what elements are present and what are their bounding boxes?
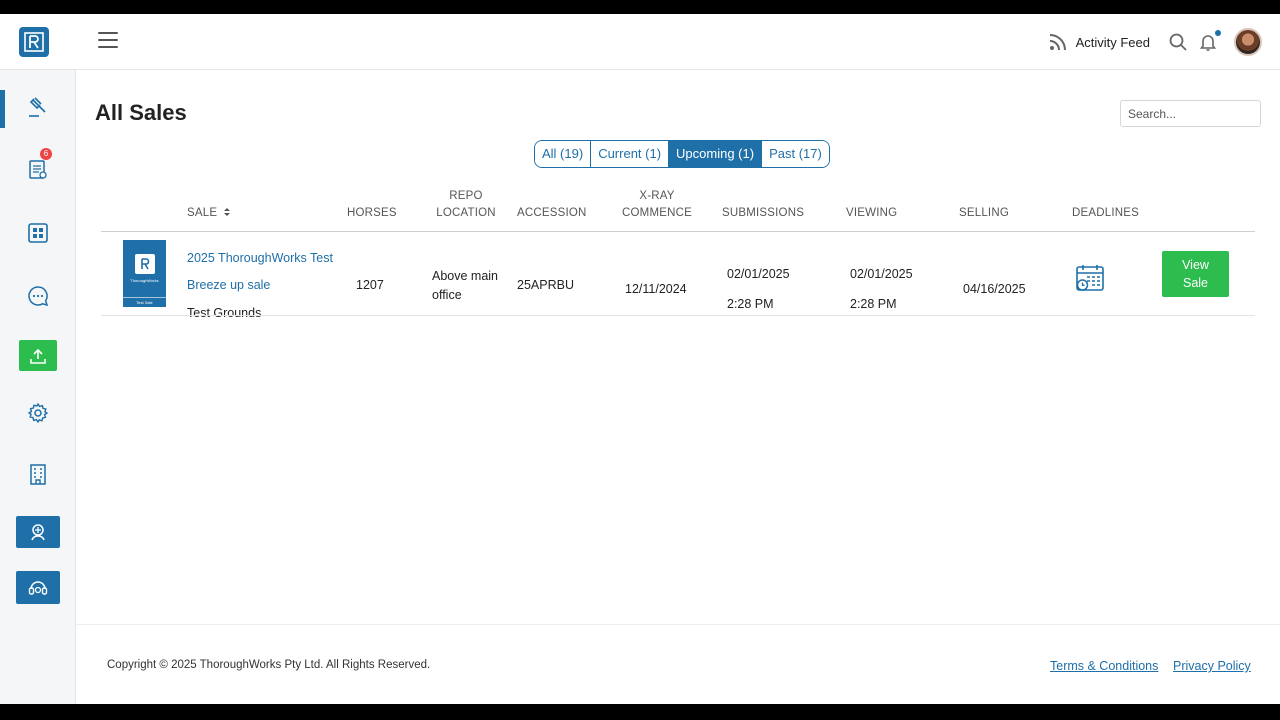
footer-copyright: Copyright © 2025 ThoroughWorks Pty Ltd. … <box>107 659 431 671</box>
column-header-repo-location: REPO LOCATION <box>431 188 501 222</box>
sidebar-item-upload[interactable] <box>19 340 57 371</box>
app-logo[interactable] <box>19 27 49 57</box>
terms-link[interactable]: Terms & Conditions <box>1050 659 1158 673</box>
dashboard-grid-icon <box>28 223 48 243</box>
activity-feed-link[interactable]: Activity Feed <box>1076 35 1150 50</box>
repo-location-line1: Above main <box>432 269 499 283</box>
column-header-sale-label: SALE <box>187 207 218 219</box>
table-row-divider <box>101 315 1255 316</box>
calendar-clock-icon[interactable] <box>1074 263 1105 294</box>
sidebar-item-support[interactable] <box>16 571 60 604</box>
chat-bubble-icon <box>28 286 49 307</box>
upload-icon <box>30 348 46 364</box>
app-window: Activity Feed 6 All Sales Search... All … <box>0 14 1280 704</box>
column-header-deadlines: DEADLINES <box>1072 207 1139 219</box>
column-header-viewing: VIEWING <box>846 207 898 219</box>
sidebar-item-settings[interactable] <box>18 396 58 430</box>
sale-filter-tabs: All (19) Current (1) Upcoming (1) Past (… <box>534 140 830 168</box>
building-icon <box>30 464 46 485</box>
main-content: All Sales All (19) Current (1) Upcoming … <box>76 70 1280 704</box>
table-header-divider <box>101 231 1255 232</box>
column-header-selling: SELLING <box>959 207 1009 219</box>
tab-past[interactable]: Past (17) <box>762 141 829 167</box>
sale-name-link[interactable]: 2025 ThoroughWorks Test <box>187 249 333 268</box>
view-sale-button-line2: Sale <box>1182 276 1209 290</box>
sale-thumbnail-logo-icon <box>134 254 155 274</box>
sidebar-item-organisation[interactable] <box>18 457 58 491</box>
column-header-xray-line1: X-RAY <box>639 190 675 202</box>
sale-thumbnail-caption: Test Sale <box>136 300 153 305</box>
logo-icon <box>24 32 44 52</box>
column-header-repo-line1: REPO <box>449 190 483 202</box>
column-header-repo-line2: LOCATION <box>436 207 496 219</box>
sidebar-item-sales[interactable] <box>18 90 58 124</box>
footer-divider <box>76 624 1280 625</box>
sidebar-item-messages[interactable] <box>18 279 58 313</box>
user-avatar[interactable] <box>1234 28 1262 56</box>
sale-thumbnail-brand: ThoroughWorks <box>130 278 159 283</box>
notification-dot <box>1215 30 1221 36</box>
sidebar-item-entries[interactable]: 6 <box>18 148 58 186</box>
sale-thumbnail[interactable]: ThoroughWorks Test Sale <box>123 240 166 307</box>
accession-code: 25APRBU <box>517 278 574 292</box>
viewing-time: 2:28 PM <box>850 297 897 311</box>
rss-feed-icon[interactable] <box>1048 32 1068 52</box>
repo-location: Above main office <box>432 267 498 305</box>
column-header-accession: ACCESSION <box>517 207 587 219</box>
sale-venue: Test Grounds <box>187 306 262 320</box>
column-header-submissions: SUBMISSIONS <box>722 207 805 219</box>
entries-badge: 6 <box>40 148 52 160</box>
page-title: All Sales <box>95 100 187 125</box>
header-actions: Activity Feed <box>1048 26 1262 58</box>
top-header: Activity Feed <box>0 14 1280 70</box>
sidebar-item-vet[interactable] <box>16 516 60 548</box>
horses-count: 1207 <box>356 278 384 292</box>
headset-support-icon <box>28 580 48 595</box>
xray-commence-date: 12/11/2024 <box>625 282 687 296</box>
sale-name-link-line2[interactable]: Breeze up sale <box>187 276 270 295</box>
tab-current[interactable]: Current (1) <box>591 141 670 167</box>
selling-date: 04/16/2025 <box>963 282 1026 296</box>
repo-location-line2: office <box>432 288 462 302</box>
clipboard-list-icon <box>29 160 47 179</box>
notifications-button[interactable] <box>1198 30 1221 52</box>
hamburger-menu-icon[interactable] <box>98 32 118 50</box>
column-header-xray-line2: COMMENCE <box>622 207 692 219</box>
privacy-link[interactable]: Privacy Policy <box>1173 659 1251 673</box>
sort-icon <box>223 208 230 216</box>
sidebar: 6 <box>0 70 76 704</box>
sidebar-item-dashboard[interactable] <box>18 216 58 250</box>
search-input[interactable] <box>1120 100 1261 127</box>
vet-badge-icon <box>31 524 45 541</box>
search-icon[interactable] <box>1168 32 1188 52</box>
submissions-time: 2:28 PM <box>727 297 774 311</box>
column-header-horses: HORSES <box>347 207 397 219</box>
column-header-xray-commence: X-RAY COMMENCE <box>619 188 695 222</box>
gear-icon <box>27 402 49 424</box>
tab-all[interactable]: All (19) <box>535 141 592 167</box>
view-sale-button-line1: View <box>1182 258 1209 272</box>
tab-upcoming[interactable]: Upcoming (1) <box>669 141 763 167</box>
gavel-icon <box>29 97 46 117</box>
sale-thumbnail-divider <box>123 297 166 298</box>
view-sale-button[interactable]: View Sale <box>1162 251 1229 297</box>
submissions-date: 02/01/2025 <box>727 267 790 281</box>
viewing-date: 02/01/2025 <box>850 267 913 281</box>
sidebar-active-indicator <box>0 90 5 128</box>
column-header-sale[interactable]: SALE <box>187 205 231 222</box>
